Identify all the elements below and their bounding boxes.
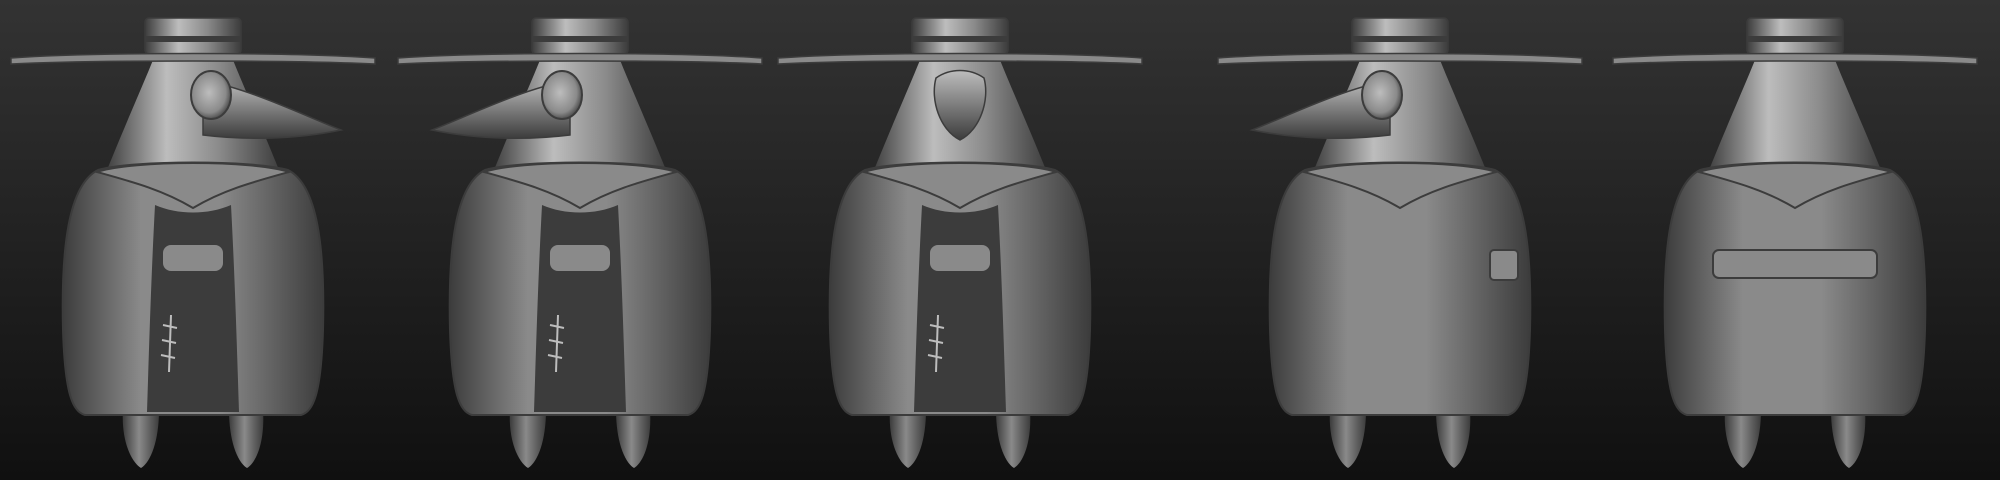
belt [550, 245, 610, 271]
eye-socket [190, 70, 232, 120]
eye-socket [541, 70, 583, 120]
belt [163, 245, 223, 271]
turnaround-image [0, 0, 2000, 480]
hat-band [912, 36, 1008, 42]
coat-opening [914, 205, 1006, 412]
hat-band [1352, 36, 1448, 42]
eye-socket [1361, 70, 1403, 120]
coat-opening [534, 205, 626, 412]
hat-band [145, 36, 241, 42]
belt [930, 245, 990, 271]
coat-opening [147, 205, 239, 412]
hat-band [1747, 36, 1843, 42]
side-flap [1489, 249, 1519, 281]
turnaround-canvas [0, 0, 2000, 480]
back-strap [1712, 249, 1878, 279]
hat-band [532, 36, 628, 42]
